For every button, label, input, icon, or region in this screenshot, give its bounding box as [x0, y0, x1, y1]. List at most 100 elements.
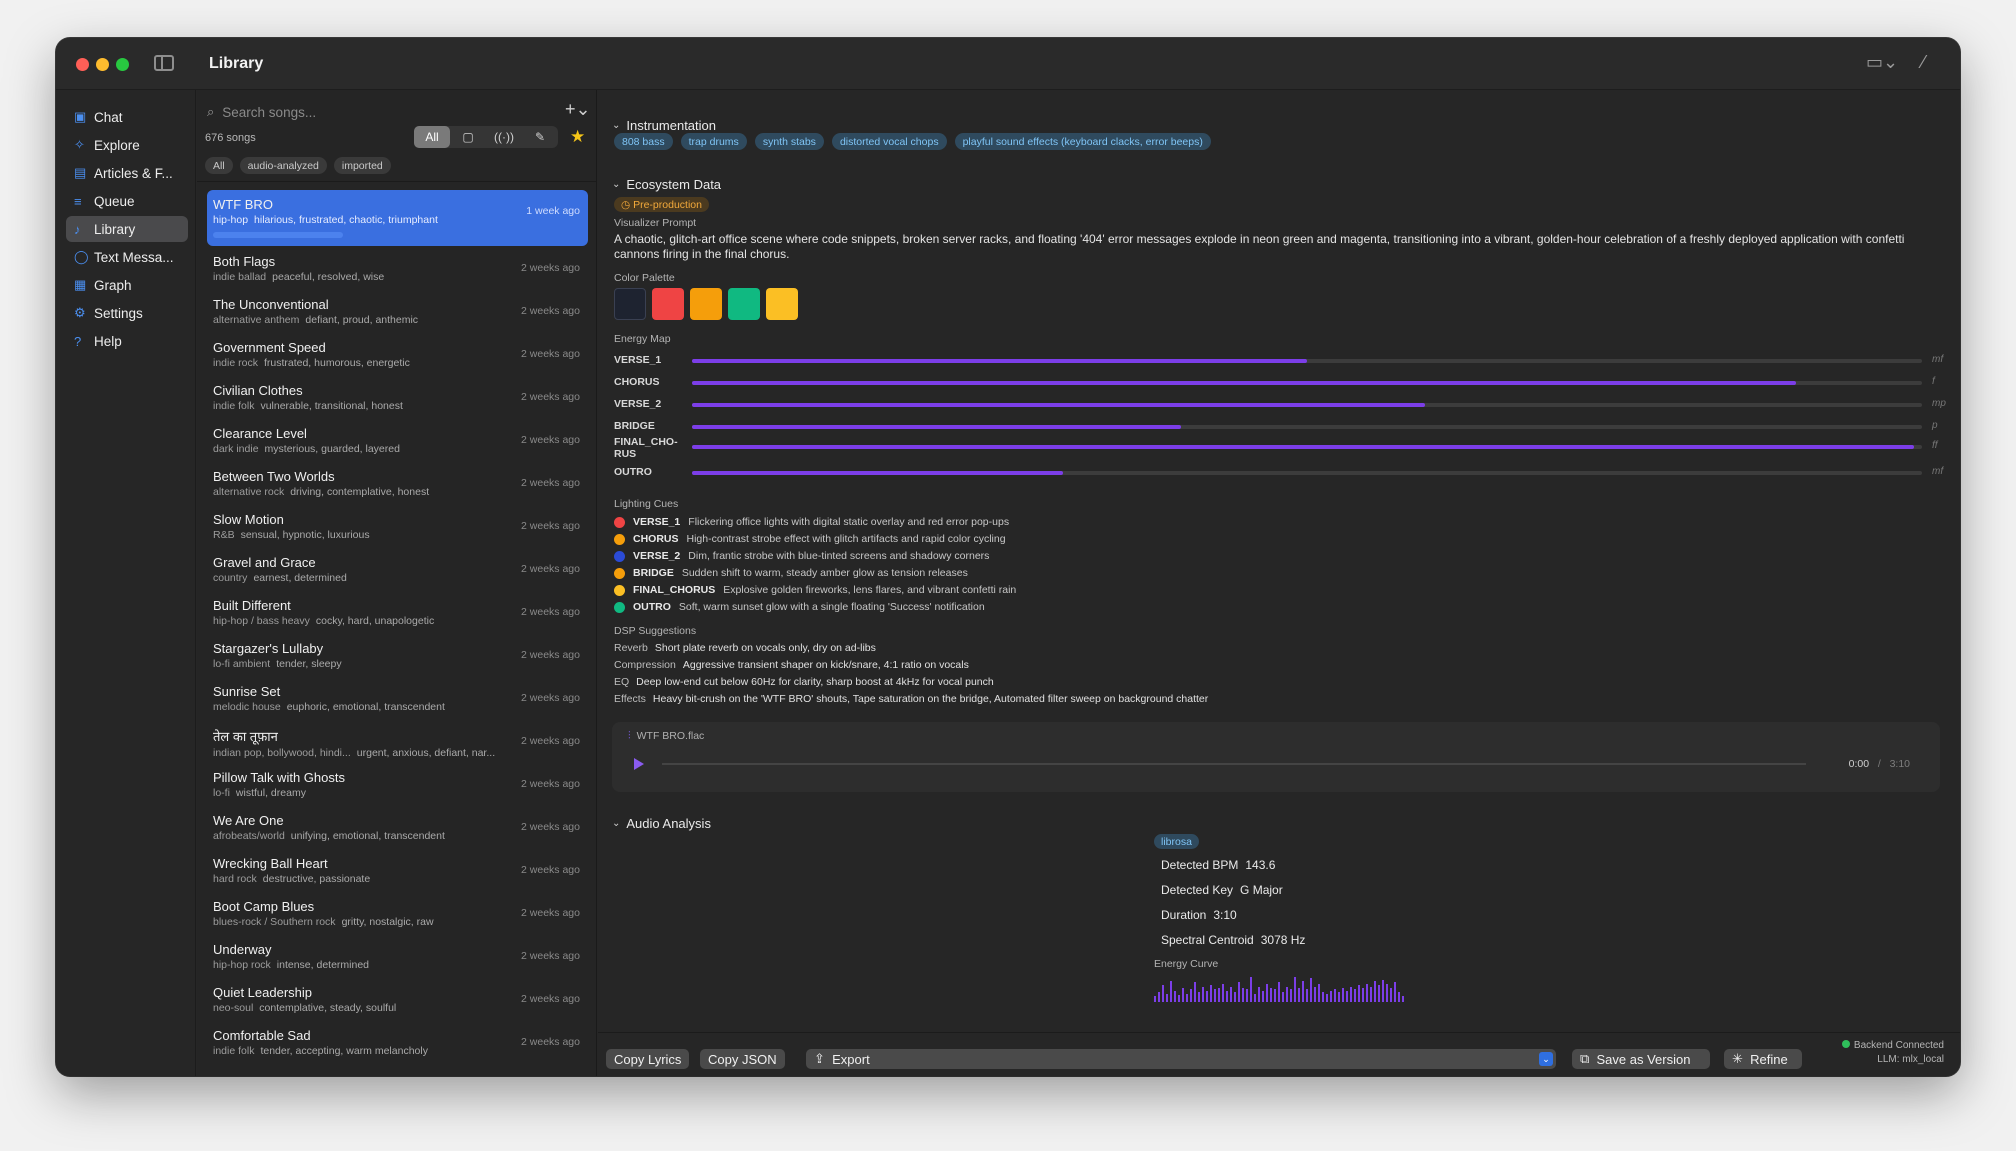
sidebar-item-text-messa[interactable]: ◯ Text Messa...	[66, 244, 188, 270]
song-genre: indian pop, bollywood, hindi...	[213, 747, 351, 759]
add-song-button[interactable]: +⌄	[565, 99, 591, 120]
song-row[interactable]: Boot Camp Blues blues-rock / Southern roc…	[207, 892, 588, 935]
song-row[interactable]: Stargazer's Lullaby lo-fi ambient tender, …	[207, 634, 588, 677]
song-row[interactable]: Pillow Talk with Ghosts lo-fi wistful, dre…	[207, 763, 588, 806]
cue-section: VERSE_1	[633, 516, 681, 528]
song-row[interactable]: WTF BRO hip-hop hilarious, frustrated, cha…	[207, 190, 588, 246]
audio-analysis-header[interactable]: ⌄ Audio Analysis	[612, 816, 711, 831]
current-time: 0:00	[1848, 758, 1870, 770]
song-row[interactable]: Civilian Clothes indie folk vulnerable, tr…	[207, 376, 588, 419]
song-row[interactable]: Government Speed indie rock frustrated, hu…	[207, 333, 588, 376]
copy-json-button[interactable]: Copy JSON	[700, 1049, 785, 1069]
song-row[interactable]: Clearance Level dark indie mysterious, gua…	[207, 419, 588, 462]
song-row[interactable]: We Are One afrobeats/world unifying, emoti…	[207, 806, 588, 849]
energy-track	[692, 403, 1922, 407]
pencil-filter-icon[interactable]: ✎	[522, 126, 558, 148]
song-date: 2 weeks ago	[521, 735, 580, 747]
save-version-button[interactable]: ⧉ Save as Version	[1572, 1049, 1710, 1069]
export-button[interactable]: ⇪ Export ⌄	[806, 1049, 1556, 1069]
song-date: 2 weeks ago	[521, 262, 580, 274]
chevron-down-icon[interactable]: ⌄	[1539, 1052, 1553, 1066]
audio-player: ⫶ WTF BRO.flac 0:00 / 3:10	[612, 722, 1940, 792]
dsp-text: Heavy bit-crush on the 'WTF BRO' shouts,…	[652, 693, 1209, 705]
energy-section: CHORUS	[614, 376, 660, 388]
song-moods: tender, accepting, warm melancholy	[260, 1045, 428, 1057]
song-genre: indie folk	[213, 400, 255, 412]
song-row[interactable]: Between Two Worlds alternative rock drivin…	[207, 462, 588, 505]
energy-curve-bar	[1174, 990, 1176, 1002]
instrumentation-header[interactable]: ⌄ Instrumentation	[612, 118, 716, 133]
song-row[interactable]: Sunrise Set melodic house euphoric, emotio…	[207, 677, 588, 720]
sidebar-item-settings[interactable]: ⚙ Settings	[66, 300, 188, 326]
compose-icon[interactable]: ⁄	[1922, 52, 1925, 73]
tag-chip[interactable]: audio-analyzed	[239, 157, 327, 174]
refine-button[interactable]: ✳ Refine	[1724, 1049, 1802, 1069]
sidebar-toggle-icon[interactable]	[154, 55, 174, 71]
zoom-window-button[interactable]	[116, 58, 129, 71]
display-menu-icon[interactable]: ▭⌄	[1866, 52, 1898, 73]
song-row[interactable]: तेल का तूफ़ान indian pop, bollywood, hind…	[207, 720, 588, 763]
lighting-cue: CHORUS High-contrast strobe effect with g…	[614, 532, 1006, 546]
close-window-button[interactable]	[76, 58, 89, 71]
sidebar-item-library[interactable]: ♪ Library	[66, 216, 188, 242]
sidebar-item-graph[interactable]: ▦ Graph	[66, 272, 188, 298]
song-row[interactable]: Underway hip-hop rock intense, determined 2…	[207, 935, 588, 978]
song-row[interactable]: Gravel and Grace country earnest, determin…	[207, 548, 588, 591]
energy-curve-bar	[1370, 986, 1372, 1002]
filter-all[interactable]: All	[414, 126, 450, 148]
favorites-star-icon[interactable]: ★	[570, 127, 585, 147]
share-icon: ⇪	[814, 1051, 833, 1066]
song-moods: hilarious, frustrated, chaotic, triumpha…	[254, 214, 438, 226]
energy-curve-bar	[1334, 989, 1336, 1002]
search-icon: ⌕	[207, 104, 215, 119]
audio-stat: Spectral Centroid 3078 Hz	[1154, 933, 1305, 947]
song-tags: indie rock frustrated, humorous, energeti…	[213, 357, 513, 369]
ecosystem-header[interactable]: ⌄ Ecosystem Data	[612, 177, 721, 192]
copy-lyrics-button[interactable]: Copy Lyrics	[606, 1049, 690, 1069]
dsp-name: Reverb	[614, 642, 648, 654]
sidebar-item-articles-f[interactable]: ▤ Articles & F...	[66, 160, 188, 186]
stat-label: Duration	[1161, 908, 1207, 922]
energy-curve-bar	[1310, 978, 1312, 1002]
song-tags: melodic house euphoric, emotional, transc…	[213, 701, 513, 713]
song-library-panel: ⌕ Search songs... +⌄ 676 songs All ▢ ((·…	[197, 90, 597, 1076]
energy-track	[692, 359, 1922, 363]
sidebar-item-help[interactable]: ? Help	[66, 328, 188, 354]
tag-chip[interactable]: imported	[333, 157, 391, 174]
cue-text: High-contrast strobe effect with glitch …	[686, 533, 1006, 545]
song-date: 2 weeks ago	[521, 649, 580, 661]
chevron-down-icon: ⌄	[612, 120, 621, 131]
cue-section: OUTRO	[633, 601, 671, 613]
song-row[interactable]: The Unconventional alternative anthem defi…	[207, 290, 588, 333]
energy-curve-bar	[1362, 988, 1364, 1002]
sidebar-item-explore[interactable]: ✧ Explore	[66, 132, 188, 158]
energy-curve-bar	[1374, 981, 1376, 1002]
audio-stat: Detected Key G Major	[1154, 883, 1283, 897]
energy-curve-bar	[1262, 990, 1264, 1002]
energy-curve-bar	[1350, 986, 1352, 1002]
song-row[interactable]: Both Flags indie ballad peaceful, resolved…	[207, 247, 588, 290]
energy-curve-bar	[1230, 986, 1232, 1002]
song-row[interactable]: Wrecking Ball Heart hard rock destructive,…	[207, 849, 588, 892]
song-row[interactable]: Comfortable Sad indie folk tender, accepti…	[207, 1021, 588, 1064]
search-input[interactable]: ⌕ Search songs...	[207, 102, 497, 122]
song-row[interactable]: Slow Motion R&B sensual, hypnotic, luxurio…	[207, 505, 588, 548]
status-label: Backend Connected	[1853, 1040, 1944, 1051]
sidebar-item-label: Settings	[94, 305, 143, 321]
tag-chip[interactable]: All	[205, 157, 233, 174]
palette-label: Color Palette	[614, 272, 675, 284]
cue-text: Sudden shift to warm, steady amber glow …	[681, 567, 968, 579]
sidebar-item-chat[interactable]: ▣ Chat	[66, 104, 188, 130]
chat-filter-icon[interactable]: ▢	[450, 126, 486, 148]
broadcast-filter-icon[interactable]: ((·))	[486, 126, 522, 148]
scrubber[interactable]	[662, 763, 1806, 765]
play-button[interactable]	[634, 758, 644, 770]
song-row[interactable]: Built Different hip-hop / bass heavy cocky…	[207, 591, 588, 634]
minimize-window-button[interactable]	[96, 58, 109, 71]
sidebar-item-queue[interactable]: ≡ Queue	[66, 188, 188, 214]
song-genre: indie rock	[213, 357, 258, 369]
song-row[interactable]: Quiet Leadership neo-soul contemplative, s…	[207, 978, 588, 1021]
action-bar: Copy Lyrics Copy JSON ⇪ Export ⌄ ⧉ Save …	[598, 1032, 1960, 1076]
list-icon: ≡	[74, 193, 82, 209]
energy-section: BRIDGE	[614, 420, 655, 432]
